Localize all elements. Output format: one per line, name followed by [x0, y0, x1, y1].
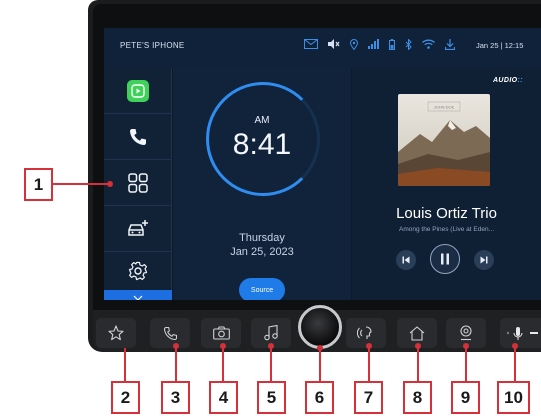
album-art[interactable]: JOHN DOE — [398, 94, 490, 186]
previous-icon — [402, 256, 410, 264]
callout-5-leader — [270, 348, 272, 381]
callout-1: 1 — [24, 168, 53, 201]
sidebar-scroll-more[interactable] — [104, 290, 172, 300]
mute-icon — [328, 39, 340, 53]
callout-6: 6 — [305, 381, 334, 414]
callout-2: 2 — [111, 381, 140, 414]
callout-1-leader — [53, 183, 110, 185]
favorite-hard-button[interactable] — [96, 318, 136, 348]
callout-9: 9 — [451, 381, 480, 414]
phone-hard-button[interactable] — [150, 318, 190, 348]
star-icon — [108, 325, 124, 341]
camera-icon — [212, 326, 230, 340]
artist-name: Louis Ortiz Trio — [396, 205, 497, 222]
mail-icon[interactable] — [304, 39, 318, 53]
voice-icon — [357, 326, 372, 339]
chevron-down-icon — [133, 295, 143, 300]
download-icon — [444, 38, 456, 54]
callout-4-leader — [222, 348, 224, 381]
carplay-icon — [127, 79, 149, 102]
connected-device-name: PETE'S IPHONE — [120, 41, 185, 50]
sidebar-item-vehicle[interactable] — [104, 206, 172, 252]
callout-10: 10 — [497, 381, 530, 414]
signal-icon — [368, 39, 379, 53]
wifi-icon — [422, 39, 435, 53]
status-bar: PETE'S IPHONE Jan 25 | 12:15 — [104, 28, 541, 68]
touchscreen: PETE'S IPHONE Jan 25 | 12:15 AM 8:41 Thu… — [104, 28, 541, 300]
app-sidebar — [104, 68, 172, 300]
phone-icon — [163, 326, 177, 340]
clock-widget: AM 8:41 Thursday Jan 25, 2023 Source — [173, 68, 351, 300]
sidebar-item-phone[interactable] — [104, 114, 172, 160]
sidebar-item-settings[interactable] — [104, 252, 172, 290]
bluetooth-icon — [405, 37, 412, 54]
clock-date: Jan 25, 2023 — [230, 246, 294, 258]
callout-2-leader — [124, 348, 126, 381]
navigation-icon — [460, 325, 472, 341]
volume-knob[interactable] — [298, 305, 342, 349]
callout-4: 4 — [209, 381, 238, 414]
apps-grid-icon — [128, 172, 148, 193]
clock-time: 8:41 — [232, 128, 292, 161]
track-title: Among the Pines (Live at Eden... — [398, 226, 495, 233]
next-button[interactable] — [474, 250, 494, 270]
callout-3: 3 — [161, 381, 190, 414]
callout-1-dot — [107, 181, 113, 187]
callout-7-leader — [368, 348, 370, 381]
clock-day: Thursday — [239, 232, 285, 244]
phone-icon — [130, 128, 146, 145]
next-icon — [480, 256, 488, 264]
battery-icon — [389, 38, 395, 54]
media-widget: AUDIO:: JOHN DOE Louis Ortiz Trio Among … — [352, 68, 541, 300]
previous-button[interactable] — [396, 250, 416, 270]
microphone-icon — [506, 327, 538, 340]
audio-brand-logo: AUDIO:: — [492, 77, 523, 84]
status-icons — [304, 37, 456, 54]
car-add-icon — [128, 219, 148, 236]
music-icon — [264, 325, 278, 341]
pause-icon — [441, 253, 449, 265]
callout-8: 8 — [403, 381, 432, 414]
microphone-area — [500, 318, 541, 348]
callout-7: 7 — [354, 381, 383, 414]
callout-5: 5 — [257, 381, 286, 414]
album-caption: JOHN DOE — [434, 105, 455, 110]
home-icon — [409, 325, 425, 341]
callout-6-leader — [319, 350, 321, 381]
callout-10-leader — [514, 348, 516, 381]
infotainment-diagram: PETE'S IPHONE Jan 25 | 12:15 AM 8:41 Thu… — [0, 0, 541, 417]
pause-button[interactable] — [430, 244, 460, 274]
settings-gear-icon — [128, 261, 148, 281]
callout-9-leader — [465, 348, 467, 381]
sidebar-item-carplay[interactable] — [104, 68, 172, 114]
callout-8-leader — [417, 348, 419, 381]
location-icon — [349, 38, 359, 54]
source-button[interactable]: Source — [239, 278, 285, 300]
callout-3-leader — [175, 348, 177, 381]
status-date-time: Jan 25 | 12:15 — [476, 41, 524, 50]
clock-period: AM — [254, 115, 270, 126]
sidebar-item-apps[interactable] — [104, 160, 172, 206]
